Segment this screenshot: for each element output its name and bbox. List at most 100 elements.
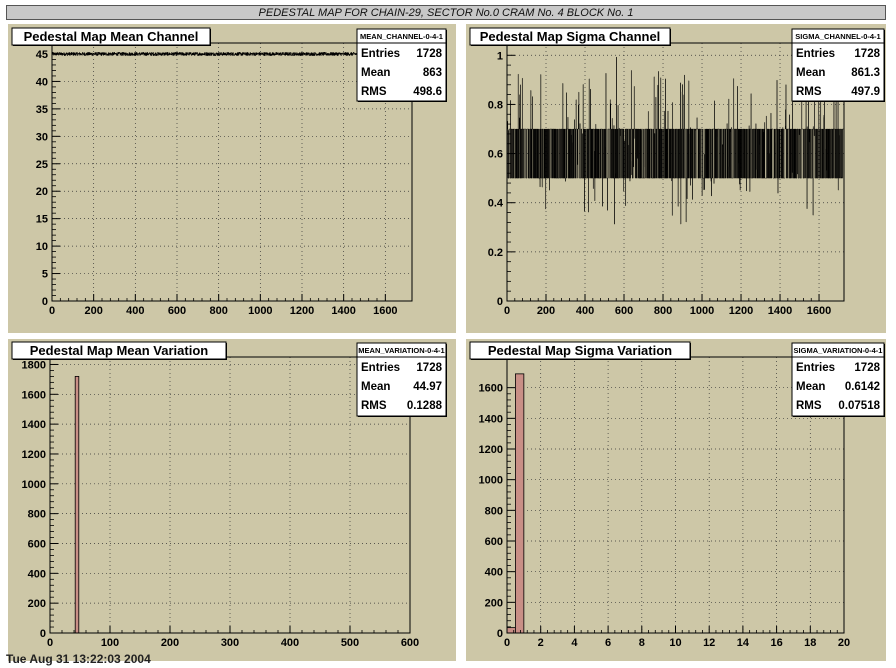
y-tick-label: 30 — [36, 131, 48, 143]
x-tick-label: 0 — [504, 305, 510, 317]
stats-value: 497.9 — [851, 86, 880, 98]
x-tick-label: 200 — [537, 305, 555, 317]
x-tick-label: 14 — [737, 637, 750, 649]
y-tick-label: 45 — [36, 49, 48, 61]
stats-label: RMS — [796, 400, 822, 412]
chart-title: Pedestal Map Mean Channel — [24, 29, 199, 44]
x-tick-label: 0 — [504, 637, 510, 649]
x-tick-label: 1600 — [373, 305, 397, 317]
y-tick-label: 0.4 — [488, 198, 504, 210]
x-tick-label: 1000 — [690, 305, 714, 317]
y-tick-label: 25 — [36, 159, 48, 171]
stats-label: Entries — [796, 362, 835, 374]
stats-value: 498.6 — [413, 86, 442, 98]
chart-pad-1: 0 200 400 600 800 1000 1200 1400 1600 0 5 10 15 20 25 3… — [8, 24, 456, 333]
y-tick-label: 1200 — [22, 449, 46, 461]
stats-name: MEAN_CHANNEL-0-4-1 — [360, 32, 443, 41]
histogram-bar — [74, 375, 80, 634]
stats-label: Mean — [361, 381, 390, 393]
stats-value: 0.07518 — [838, 400, 880, 412]
stats-name: SIGMA_CHANNEL-0-4-1 — [795, 32, 880, 41]
x-tick-label: 300 — [221, 637, 239, 649]
x-tick-label: 600 — [401, 637, 419, 649]
x-tick-label: 1600 — [807, 305, 831, 317]
stats-value: 1728 — [416, 48, 442, 60]
histogram-bar — [506, 627, 516, 634]
y-tick-label: 600 — [28, 538, 46, 550]
x-tick-label: 200 — [84, 305, 102, 317]
x-tick-label: 0 — [47, 637, 53, 649]
y-tick-label: 5 — [42, 269, 48, 281]
chart-pad-4: 0 2 4 6 8 10 12 14 16 18 2002004006008001000120014… — [466, 339, 886, 661]
stats-label: Mean — [361, 67, 390, 79]
y-tick-label: 15 — [36, 214, 48, 226]
x-tick-label: 2 — [538, 637, 544, 649]
y-tick-label: 1800 — [22, 359, 46, 371]
histogram-bar — [515, 373, 525, 634]
y-tick-label: 400 — [28, 568, 46, 580]
stats-value: 44.97 — [413, 381, 442, 393]
stats-label: Entries — [796, 48, 835, 60]
x-tick-label: 18 — [804, 637, 816, 649]
y-tick-label: 0 — [497, 628, 503, 640]
x-tick-label: 400 — [576, 305, 594, 317]
x-tick-label: 12 — [703, 637, 715, 649]
chart-title: Pedestal Map Sigma Channel — [480, 29, 661, 44]
y-tick-label: 40 — [36, 76, 48, 88]
chart-title: Pedestal Map Sigma Variation — [488, 343, 672, 358]
y-tick-label: 1600 — [22, 389, 46, 401]
x-tick-label: 8 — [639, 637, 645, 649]
y-tick-label: 1200 — [479, 444, 503, 456]
footer-timestamp: Tue Aug 31 13:22:03 2004 — [6, 652, 151, 666]
x-tick-label: 6 — [605, 637, 611, 649]
y-tick-label: 1 — [497, 50, 503, 62]
x-tick-label: 600 — [168, 305, 186, 317]
x-tick-label: 800 — [209, 305, 227, 317]
y-tick-label: 800 — [28, 509, 46, 521]
stats-name: SIGMA_VARIATION-0-4-1 — [794, 346, 883, 355]
y-tick-label: 600 — [485, 536, 503, 548]
y-tick-label: 35 — [36, 104, 48, 116]
x-tick-label: 0 — [49, 305, 55, 317]
stats-name: MEAN_VARIATION-0-4-1 — [358, 346, 444, 355]
x-tick-label: 16 — [770, 637, 782, 649]
stats-label: Mean — [796, 67, 825, 79]
y-tick-label: 20 — [36, 186, 48, 198]
y-tick-label: 200 — [485, 597, 503, 609]
stats-label: Entries — [361, 362, 400, 374]
stats-value: 1728 — [854, 362, 880, 374]
x-tick-label: 1200 — [290, 305, 314, 317]
x-tick-label: 1400 — [331, 305, 355, 317]
y-tick-label: 0.6 — [488, 149, 503, 161]
y-tick-label: 0 — [40, 628, 46, 640]
stats-label: Mean — [796, 381, 825, 393]
stats-value: 861.3 — [851, 67, 880, 79]
y-tick-label: 1400 — [22, 419, 46, 431]
stats-value: 1728 — [854, 48, 880, 60]
x-tick-label: 20 — [838, 637, 850, 649]
plot-frame — [49, 356, 411, 634]
x-tick-label: 400 — [281, 637, 299, 649]
x-tick-label: 100 — [101, 637, 119, 649]
x-tick-label: 10 — [669, 637, 681, 649]
stats-label: RMS — [361, 86, 387, 98]
y-tick-label: 1000 — [22, 479, 46, 491]
stats-value: 863 — [423, 67, 442, 79]
chart-canvas: 0 200 400 600 800 1000 1200 1400 160005101520253… — [8, 24, 886, 661]
x-tick-label: 200 — [161, 637, 179, 649]
y-tick-label: 800 — [485, 505, 503, 517]
stats-value: 0.1288 — [407, 400, 443, 412]
y-tick-label: 400 — [485, 567, 503, 579]
y-tick-label: 200 — [28, 598, 46, 610]
x-tick-label: 1400 — [768, 305, 792, 317]
y-tick-label: 0.8 — [488, 99, 503, 111]
x-tick-label: 600 — [615, 305, 633, 317]
y-tick-label: 10 — [36, 241, 48, 253]
y-tick-label: 1400 — [479, 413, 503, 425]
y-tick-label: 1000 — [479, 475, 503, 487]
x-tick-label: 1200 — [729, 305, 753, 317]
y-tick-label: 0 — [42, 296, 48, 308]
stats-value: 0.6142 — [845, 381, 880, 393]
x-tick-label: 1000 — [248, 305, 272, 317]
stats-label: RMS — [361, 400, 387, 412]
